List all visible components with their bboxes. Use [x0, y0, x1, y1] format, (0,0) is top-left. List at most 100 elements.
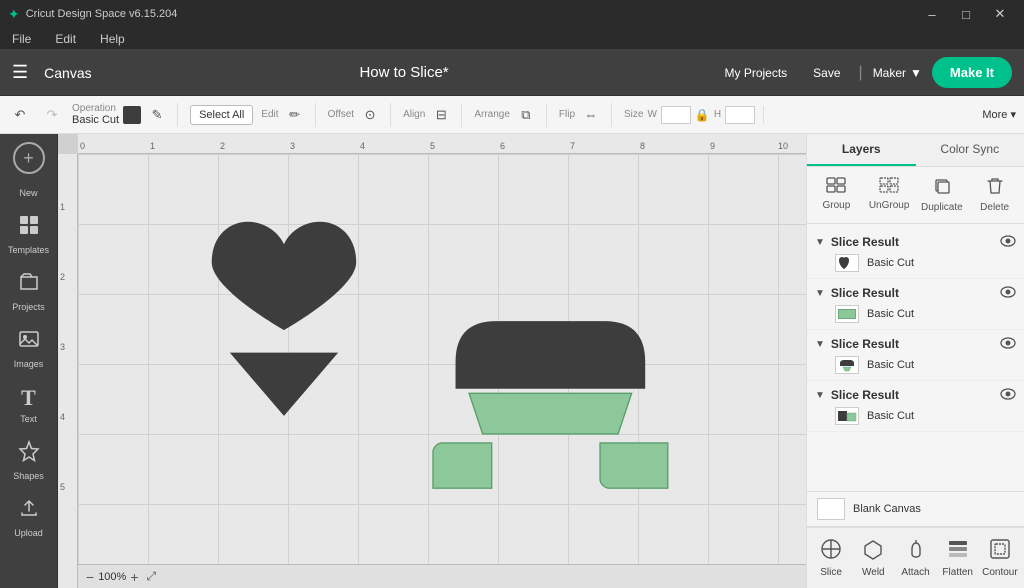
layer-1-title[interactable]: Slice Result: [831, 235, 994, 249]
project-title: How to Slice*: [104, 64, 705, 81]
weld-button[interactable]: Weld: [853, 532, 893, 584]
maximize-button[interactable]: □: [950, 0, 982, 28]
fit-icon[interactable]: ⤢: [147, 569, 157, 584]
layer-1-thumb: [835, 254, 859, 272]
duplicate-button[interactable]: Duplicate: [917, 173, 968, 217]
operation-color[interactable]: [123, 106, 141, 124]
layer-4-visibility[interactable]: [1000, 387, 1016, 403]
my-projects-button[interactable]: My Projects: [716, 62, 795, 84]
canvas-area[interactable]: 0 1 2 3 4 5 6 7 8 9 10 1 2 3 4 5: [58, 134, 806, 588]
height-input[interactable]: [725, 106, 755, 124]
text-label: Text: [20, 414, 37, 424]
lock-icon[interactable]: 🔒: [695, 108, 710, 122]
ruler-left: 1 2 3 4 5: [58, 154, 78, 588]
shape-trapezoid-green[interactable]: [469, 393, 632, 434]
bottom-actions: Slice Weld Attach Flatten: [807, 527, 1024, 588]
layer-4-chevron[interactable]: ▼: [815, 390, 825, 401]
ruler-5: 5: [430, 141, 435, 151]
shape-rect-left-green[interactable]: [433, 443, 492, 488]
layer-1-visibility[interactable]: [1000, 234, 1016, 250]
sidebar-item-templates[interactable]: Templates: [4, 208, 54, 261]
zoom-in-button[interactable]: +: [130, 569, 138, 585]
maker-dropdown[interactable]: Maker ▼: [873, 66, 922, 80]
size-group: Size W 🔒 H: [624, 106, 764, 124]
menu-file[interactable]: File: [8, 30, 35, 48]
flatten-button[interactable]: Flatten: [938, 532, 978, 584]
ruler-9: 9: [710, 141, 715, 151]
templates-icon: [18, 214, 40, 242]
redo-button[interactable]: ↷: [40, 103, 64, 127]
layer-2-chevron[interactable]: ▼: [815, 288, 825, 299]
layer-2-cut: Basic Cut: [867, 308, 914, 320]
slice-label: Slice: [820, 567, 842, 578]
ruler-1: 1: [150, 141, 155, 151]
tab-layers[interactable]: Layers: [807, 134, 916, 166]
menu-help[interactable]: Help: [96, 30, 129, 48]
ruler-v-1: 1: [60, 202, 65, 212]
tab-color-sync[interactable]: Color Sync: [916, 134, 1024, 166]
more-button[interactable]: More ▾: [982, 108, 1016, 121]
sidebar-item-projects[interactable]: Projects: [4, 265, 54, 318]
slice-button[interactable]: Slice: [811, 532, 851, 584]
shape-rect-right-green[interactable]: [600, 443, 668, 488]
group-button[interactable]: Group: [811, 173, 862, 217]
save-button[interactable]: Save: [805, 62, 848, 84]
layer-item-1: ▼ Slice Result Basic Cut: [807, 228, 1024, 279]
titlebar-left: ✦ Cricut Design Space v6.15.204: [8, 6, 177, 23]
sidebar-item-images[interactable]: Images: [4, 322, 54, 375]
sidebar-item-text[interactable]: T Text: [4, 379, 54, 430]
layer-1-chevron[interactable]: ▼: [815, 237, 825, 248]
layer-3-title[interactable]: Slice Result: [831, 337, 994, 351]
new-button[interactable]: +: [13, 142, 45, 174]
layer-2-title[interactable]: Slice Result: [831, 286, 994, 300]
arrange-icon[interactable]: ⧉: [514, 103, 538, 127]
header-right: My Projects Save | Maker ▼ Make It: [716, 57, 1012, 88]
flip-icon[interactable]: ⇔: [579, 103, 603, 127]
layer-2-header: ▼ Slice Result: [815, 285, 1016, 301]
sidebar-item-upload[interactable]: Upload: [4, 491, 54, 544]
undo-button[interactable]: ↶: [8, 103, 32, 127]
hamburger-menu[interactable]: ☰: [12, 62, 28, 83]
layer-2-visibility[interactable]: [1000, 285, 1016, 301]
layer-4-title[interactable]: Slice Result: [831, 388, 994, 402]
sidebar-item-shapes[interactable]: Shapes: [4, 434, 54, 487]
zoom-percentage[interactable]: 100%: [98, 571, 126, 583]
delete-button[interactable]: Delete: [969, 173, 1020, 217]
shape-heart-bottom[interactable]: [230, 353, 338, 416]
blank-canvas-thumb: [817, 498, 845, 520]
zoom-out-button[interactable]: −: [86, 569, 94, 585]
maker-label: Maker: [873, 66, 906, 80]
width-input[interactable]: [661, 106, 691, 124]
shape-bowl-dark[interactable]: [456, 321, 646, 389]
contour-button[interactable]: Contour: [980, 532, 1020, 584]
layer-item-4: ▼ Slice Result Basic Cut: [807, 381, 1024, 432]
arrange-group: Arrange ⧉: [474, 103, 547, 127]
operation-label: Operation: [72, 103, 119, 114]
align-icon[interactable]: ⊟: [429, 103, 453, 127]
layer-1-header: ▼ Slice Result: [815, 234, 1016, 250]
edit-pen-icon[interactable]: ✎: [145, 103, 169, 127]
make-it-button[interactable]: Make It: [932, 57, 1012, 88]
projects-icon: [18, 271, 40, 299]
layer-2-thumb: [835, 305, 859, 323]
shapes-label: Shapes: [13, 471, 44, 481]
shape-heart-top[interactable]: [212, 222, 356, 330]
ungroup-button[interactable]: UnGroup: [864, 173, 915, 217]
select-all-button[interactable]: Select All: [190, 105, 253, 125]
layer-1-sub: Basic Cut: [815, 254, 1016, 272]
menu-edit[interactable]: Edit: [51, 30, 80, 48]
operation-value: Basic Cut: [72, 114, 119, 126]
offset-icon[interactable]: ⊙: [358, 103, 382, 127]
minimize-button[interactable]: –: [916, 0, 948, 28]
canvas-title: Canvas: [44, 65, 91, 81]
size-inputs: W 🔒 H: [647, 106, 755, 124]
close-button[interactable]: ✕: [984, 0, 1016, 28]
ruler-0: 0: [80, 141, 85, 151]
attach-button[interactable]: Attach: [895, 532, 935, 584]
layer-3-visibility[interactable]: [1000, 336, 1016, 352]
layer-3-chevron[interactable]: ▼: [815, 339, 825, 350]
panel-actions: Group UnGroup Duplicate Delete: [807, 167, 1024, 224]
edit-icon[interactable]: ✏: [283, 103, 307, 127]
canvas-content[interactable]: [78, 154, 806, 564]
zoom-bar: − 100% + ⤢: [78, 564, 806, 588]
